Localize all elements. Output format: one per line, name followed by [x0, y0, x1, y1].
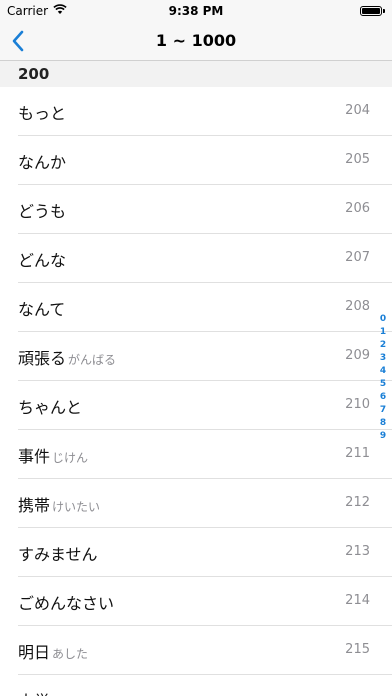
word-text: 大学 — [18, 688, 52, 696]
word-label: もっと — [18, 104, 67, 123]
back-button[interactable] — [6, 28, 32, 54]
screen: Carrier 9:38 PM 1 ~ 1000 200 もっと 204 なんか 20… — [0, 0, 392, 696]
word-text: ちゃんと — [18, 394, 84, 418]
index-item[interactable]: 9 — [380, 430, 386, 443]
list-item[interactable]: 大学 — [0, 675, 392, 696]
list-item[interactable]: ごめんなさい 214 — [0, 577, 392, 626]
word-text: すみません — [18, 541, 100, 565]
list-item[interactable]: どうも 206 — [0, 185, 392, 234]
word-text: ごめんなさい — [18, 590, 116, 614]
word-number: 204 — [345, 103, 370, 118]
word-label: すみません — [18, 545, 98, 564]
word-text: どうも — [18, 198, 68, 222]
word-number: 206 — [345, 201, 370, 216]
battery-icon — [360, 6, 382, 16]
index-item[interactable]: 4 — [380, 365, 386, 378]
nav-bar: 1 ~ 1000 — [0, 22, 392, 61]
list-item[interactable]: なんか 205 — [0, 136, 392, 185]
page-title: 1 ~ 1000 — [155, 31, 237, 50]
word-reading: がんばる — [68, 353, 117, 367]
word-text: なんか — [18, 149, 68, 173]
index-item[interactable]: 6 — [380, 391, 386, 404]
word-number: 214 — [345, 593, 370, 608]
index-item[interactable]: 8 — [380, 417, 386, 430]
index-item[interactable]: 7 — [380, 404, 386, 417]
word-text: 事件 じけん — [18, 443, 88, 467]
word-label: 頑張る — [18, 349, 67, 368]
index-item[interactable]: 3 — [380, 352, 386, 365]
word-text: なんて — [18, 296, 67, 320]
word-text: 明日 あした — [18, 639, 88, 663]
word-number: 213 — [345, 544, 370, 559]
word-label: どんな — [18, 251, 67, 270]
word-label: 携帯 — [18, 496, 51, 515]
word-label: ちゃんと — [18, 398, 83, 417]
index-item[interactable]: 1 — [380, 326, 386, 339]
list-item[interactable]: もっと 204 — [0, 87, 392, 136]
word-label: なんて — [18, 300, 66, 319]
section-header: 200 — [0, 61, 392, 87]
word-label: 事件 — [18, 447, 51, 466]
word-number: 208 — [345, 299, 370, 314]
word-number: 210 — [345, 397, 370, 412]
word-text: どんな — [18, 247, 68, 271]
list-item[interactable]: 事件 じけん 211 — [0, 430, 392, 479]
section-index[interactable]: 0123456789 — [377, 313, 389, 443]
word-label: どうも — [18, 202, 67, 221]
word-number: 207 — [345, 250, 370, 265]
word-number: 212 — [345, 495, 370, 510]
word-list: もっと 204 なんか 205 どうも 206 どんな 207 なんて 208 頑張る がんばる 209… — [0, 87, 392, 696]
word-text: もっと — [18, 100, 68, 124]
word-label: 大学 — [18, 692, 50, 696]
list-item[interactable]: なんて 208 — [0, 283, 392, 332]
index-item[interactable]: 0 — [380, 313, 386, 326]
list-item[interactable]: すみません 213 — [0, 528, 392, 577]
chevron-left-icon — [12, 30, 24, 52]
word-label: 明日 — [18, 643, 51, 662]
list-item[interactable]: 明日 あした 215 — [0, 626, 392, 675]
section-title: 200 — [18, 65, 50, 83]
word-text: 携帯 けいたい — [18, 492, 100, 516]
word-reading: じけん — [52, 451, 89, 465]
word-text: 頑張る がんばる — [18, 345, 116, 369]
list-item[interactable]: 頑張る がんばる 209 — [0, 332, 392, 381]
list-item[interactable]: ちゃんと 210 — [0, 381, 392, 430]
word-reading: けいたい — [52, 500, 101, 514]
word-number: 205 — [345, 152, 370, 167]
word-number: 209 — [345, 348, 370, 363]
word-label: ごめんなさい — [18, 594, 115, 613]
battery-fill — [362, 8, 380, 14]
list-item[interactable]: どんな 207 — [0, 234, 392, 283]
word-reading: あした — [52, 647, 89, 661]
word-number: 215 — [345, 642, 370, 657]
index-item[interactable]: 5 — [380, 378, 386, 391]
status-time: 9:38 PM — [168, 4, 224, 18]
list-item[interactable]: 携帯 けいたい 212 — [0, 479, 392, 528]
index-item[interactable]: 2 — [380, 339, 386, 352]
status-bar: Carrier 9:38 PM — [0, 0, 392, 22]
battery-nub — [383, 9, 385, 13]
word-label: なんか — [18, 153, 67, 172]
word-number: 211 — [345, 446, 370, 461]
